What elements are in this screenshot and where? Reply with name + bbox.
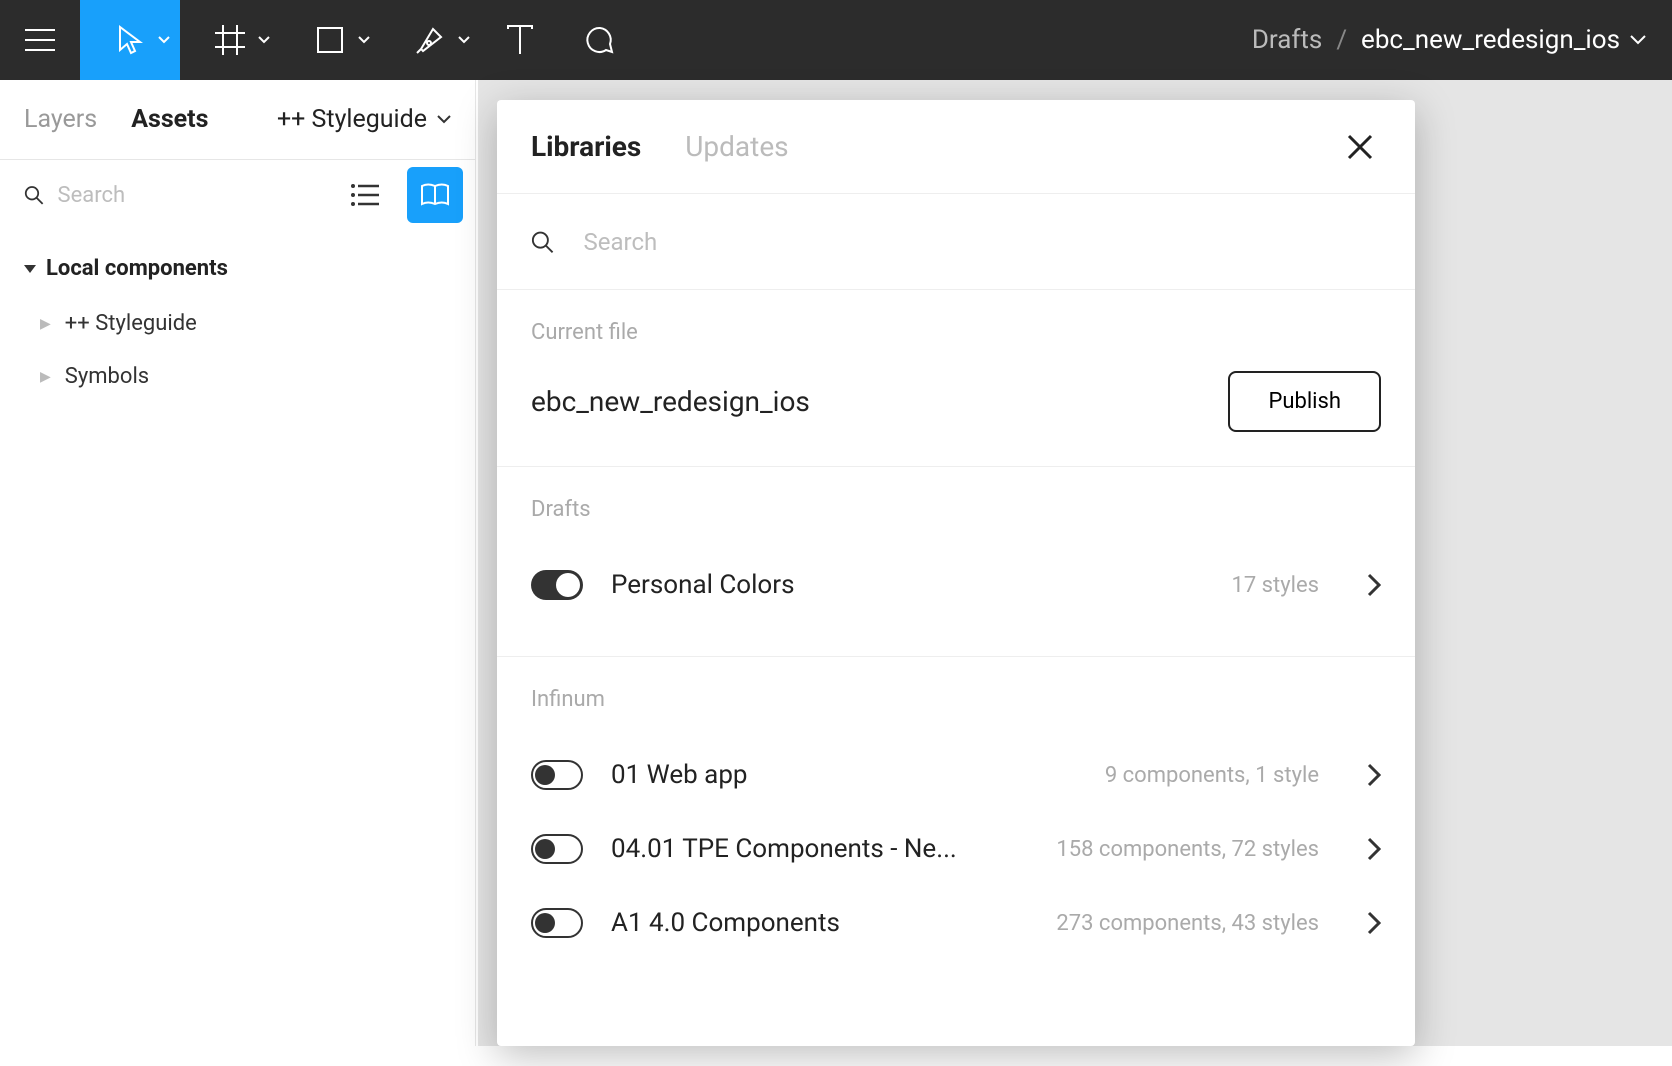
- library-name: 01 Web app: [611, 760, 748, 790]
- breadcrumb: Drafts / ebc_new_redesign_ios: [1252, 25, 1672, 55]
- breadcrumb-root[interactable]: Drafts: [1252, 25, 1322, 55]
- library-meta: 17 styles: [1231, 573, 1339, 598]
- page-selector[interactable]: ++ Styleguide: [277, 105, 451, 134]
- shape-tool[interactable]: [280, 0, 380, 80]
- search-icon: [24, 184, 44, 206]
- chevron-down-icon: [158, 36, 170, 44]
- chevron-right-icon: ▶: [40, 316, 51, 332]
- library-toggle[interactable]: [531, 570, 583, 600]
- close-icon: [1347, 134, 1373, 160]
- library-meta: 158 components, 72 styles: [1056, 837, 1339, 862]
- library-row[interactable]: A1 4.0 Components 273 components, 43 sty…: [531, 886, 1381, 960]
- tab-libraries[interactable]: Libraries: [531, 130, 641, 163]
- tab-assets[interactable]: Assets: [131, 105, 208, 134]
- modal-search-row: [497, 194, 1415, 290]
- current-file-name: ebc_new_redesign_ios: [531, 385, 1200, 418]
- library-meta: 273 components, 43 styles: [1056, 911, 1339, 936]
- toolbar: Drafts / ebc_new_redesign_ios: [0, 0, 1672, 80]
- breadcrumb-file-label: ebc_new_redesign_ios: [1361, 25, 1620, 55]
- section-title-label: Local components: [46, 256, 228, 281]
- library-name: 04.01 TPE Components - Ne...: [611, 834, 957, 864]
- assets-search-input[interactable]: [58, 183, 323, 208]
- tree-item[interactable]: ▶ Symbols: [0, 350, 475, 403]
- left-panel: Layers Assets ++ Styleguide Local compon…: [0, 80, 476, 1046]
- section-label: Current file: [531, 320, 1381, 345]
- modal-body[interactable]: Current file ebc_new_redesign_ios Publis…: [497, 290, 1415, 1046]
- left-panel-tabs: Layers Assets ++ Styleguide: [0, 80, 475, 160]
- tree-item-label: Symbols: [65, 364, 149, 389]
- caret-down-icon: [24, 265, 36, 273]
- move-tool[interactable]: [80, 0, 180, 80]
- tab-layers[interactable]: Layers: [24, 105, 97, 134]
- libraries-modal: Libraries Updates Current file ebc_new_r…: [497, 100, 1415, 1046]
- library-group: Infinum 01 Web app 9 components, 1 style…: [497, 657, 1415, 994]
- search-icon: [531, 230, 554, 254]
- library-toggle[interactable]: [531, 908, 583, 938]
- close-button[interactable]: [1339, 126, 1381, 168]
- list-icon: [351, 184, 379, 206]
- book-icon: [420, 183, 450, 207]
- library-name: Personal Colors: [611, 570, 795, 600]
- chevron-right-icon: [1367, 763, 1381, 787]
- library-meta: 9 components, 1 style: [1105, 763, 1339, 788]
- view-list-button[interactable]: [337, 167, 393, 223]
- current-file-section: Current file ebc_new_redesign_ios Publis…: [497, 290, 1415, 467]
- library-name: A1 4.0 Components: [611, 908, 840, 938]
- library-row[interactable]: 04.01 TPE Components - Ne... 158 compone…: [531, 812, 1381, 886]
- frame-tool[interactable]: [180, 0, 280, 80]
- comment-tool[interactable]: [560, 0, 640, 80]
- group-label: Infinum: [531, 687, 1381, 712]
- tree-item[interactable]: ▶ ++ Styleguide: [0, 297, 475, 350]
- assets-search-row: [0, 160, 475, 230]
- library-search-input[interactable]: [584, 228, 1381, 256]
- page-selector-label: ++ Styleguide: [277, 105, 427, 134]
- tree-item-label: ++ Styleguide: [65, 311, 197, 336]
- chevron-down-icon: [437, 115, 451, 124]
- view-library-button[interactable]: [407, 167, 463, 223]
- library-row[interactable]: 01 Web app 9 components, 1 style: [531, 738, 1381, 812]
- breadcrumb-sep: /: [1336, 25, 1347, 55]
- chevron-down-icon: [258, 36, 270, 44]
- publish-button[interactable]: Publish: [1228, 371, 1381, 432]
- breadcrumb-file[interactable]: ebc_new_redesign_ios: [1361, 25, 1646, 55]
- group-label: Drafts: [531, 497, 1381, 522]
- chevron-down-icon: [458, 36, 470, 44]
- chevron-down-icon: [1630, 35, 1646, 45]
- library-toggle[interactable]: [531, 834, 583, 864]
- text-tool[interactable]: [480, 0, 560, 80]
- chevron-right-icon: [1367, 911, 1381, 935]
- library-toggle[interactable]: [531, 760, 583, 790]
- local-components-header[interactable]: Local components: [0, 230, 475, 297]
- tab-updates[interactable]: Updates: [685, 130, 788, 163]
- library-group: Drafts Personal Colors 17 styles: [497, 467, 1415, 657]
- chevron-right-icon: [1367, 837, 1381, 861]
- modal-header: Libraries Updates: [497, 100, 1415, 194]
- library-row[interactable]: Personal Colors 17 styles: [531, 548, 1381, 622]
- pen-tool[interactable]: [380, 0, 480, 80]
- chevron-right-icon: ▶: [40, 369, 51, 385]
- chevron-right-icon: [1367, 573, 1381, 597]
- menu-button[interactable]: [0, 0, 80, 80]
- chevron-down-icon: [358, 36, 370, 44]
